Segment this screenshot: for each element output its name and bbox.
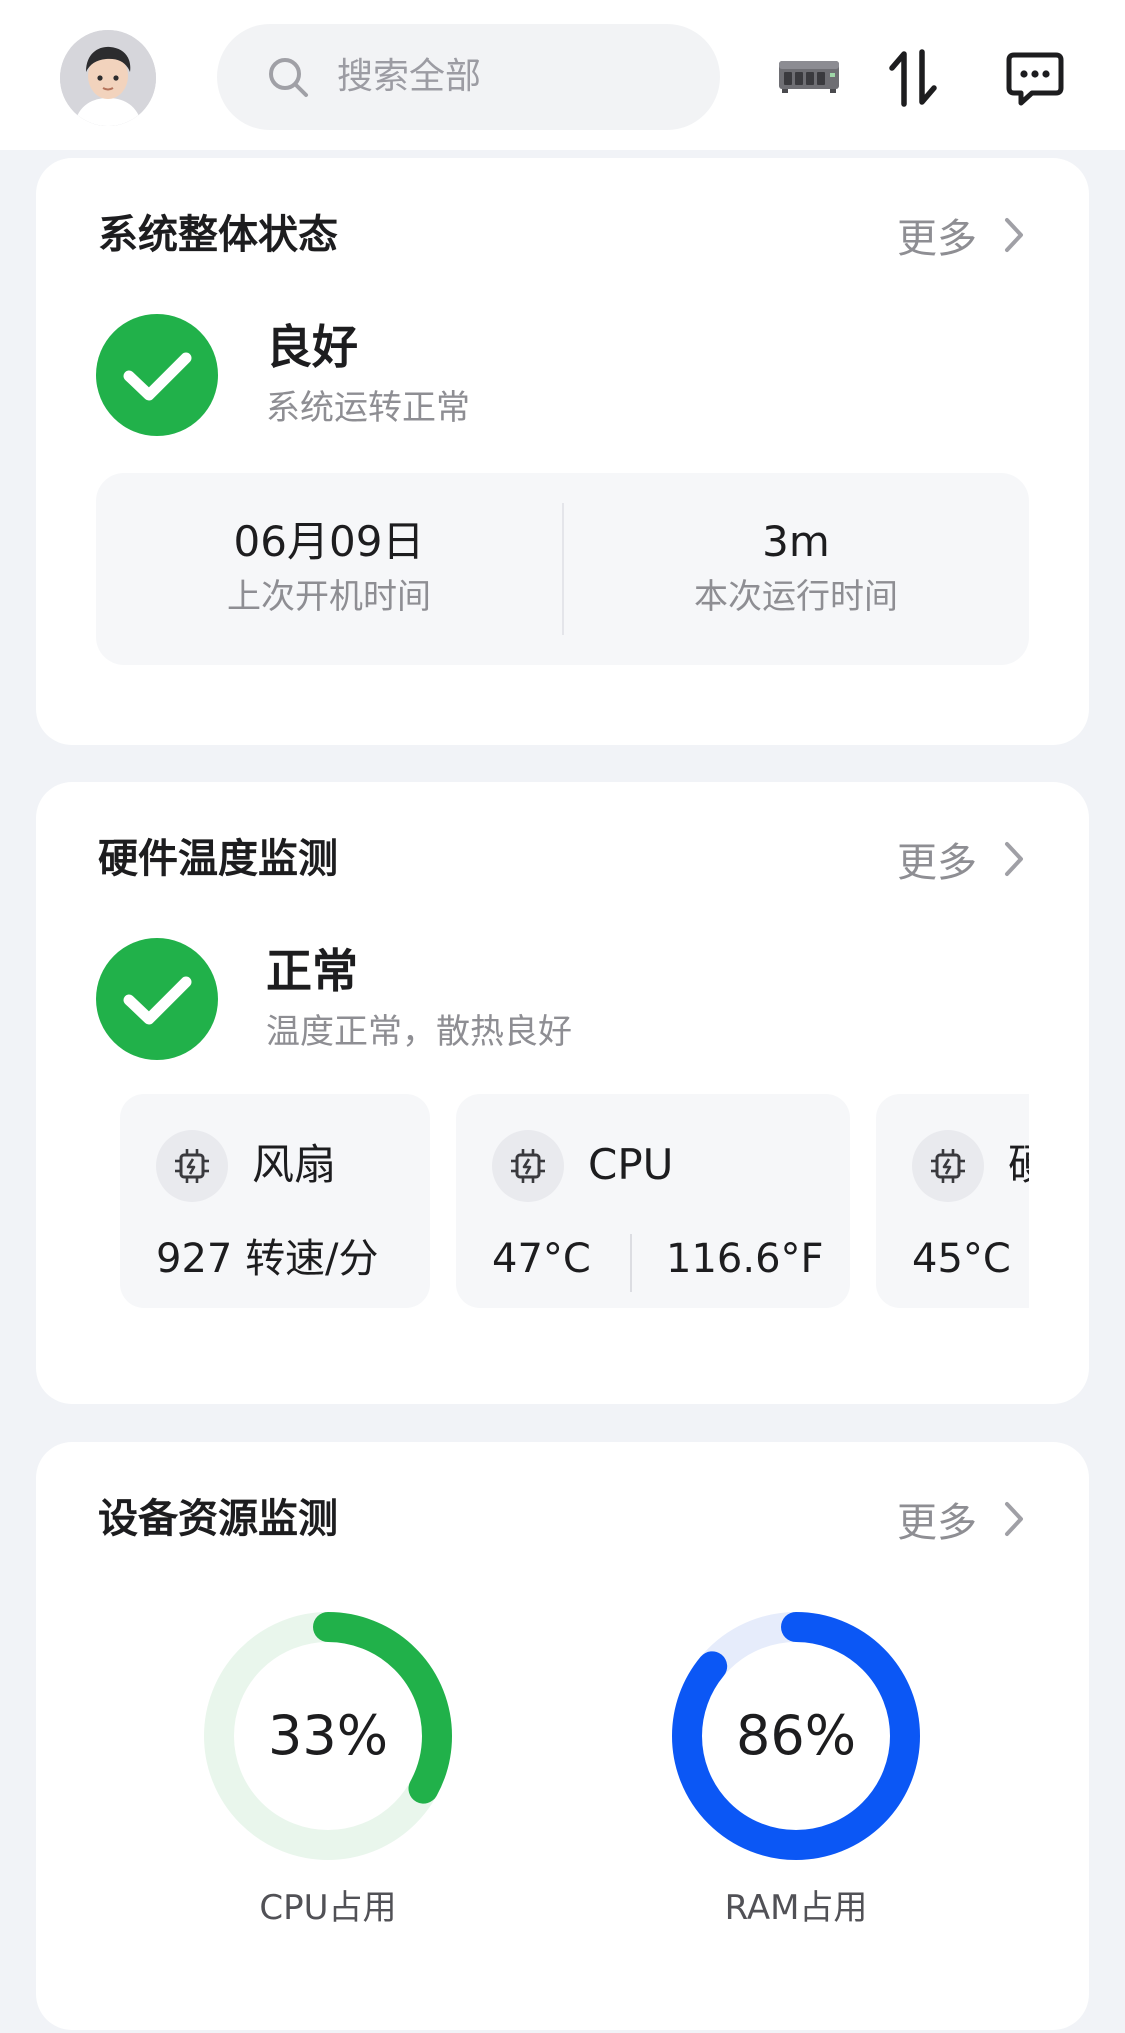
- sensor-fahrenheit: 116.6°F: [666, 1236, 824, 1282]
- sensor-name: CPU: [588, 1140, 674, 1189]
- card-title: 设备资源监测: [98, 1496, 338, 1542]
- resource-monitor-card: 设备资源监测 更多 33% CPU占用 86% RAM占用: [36, 1442, 1089, 2030]
- sensor-celsius: 47°C: [492, 1236, 591, 1282]
- uptime: 3m 本次运行时间: [563, 473, 1029, 665]
- search-placeholder: 搜索全部: [337, 56, 482, 97]
- avatar[interactable]: [60, 30, 156, 126]
- sensor-card-cpu[interactable]: CPU 47°C 116.6°F: [456, 1094, 850, 1308]
- sensor-list[interactable]: 风扇 927 转速/分 CPU 47°C 116.6°F 45°C: [120, 1094, 1029, 1308]
- last-boot-label: 上次开机时间: [227, 577, 431, 617]
- chevron-right-icon: [1005, 218, 1023, 252]
- transfer-icon[interactable]: [886, 48, 940, 108]
- status-title: 良好: [266, 320, 358, 374]
- more-label: 更多: [897, 840, 977, 886]
- uptime-label: 本次运行时间: [694, 577, 898, 617]
- check-icon: [96, 314, 218, 436]
- status-title: 正常: [266, 944, 358, 998]
- last-boot: 06月09日 上次开机时间: [96, 473, 562, 665]
- sensor-name: 风扇: [252, 1140, 337, 1189]
- sensor-name: 硬: [1008, 1138, 1029, 1192]
- sensor-celsius: 45°C: [912, 1236, 1011, 1282]
- top-bar: 搜索全部: [0, 0, 1125, 150]
- sensor-card-disk[interactable]: 硬 45°C: [876, 1094, 1029, 1308]
- card-title: 硬件温度监测: [98, 836, 338, 882]
- chip-icon: [492, 1130, 564, 1202]
- chip-icon: [912, 1130, 984, 1202]
- ram-usage-value: 86%: [735, 1704, 857, 1767]
- system-status-card: 系统整体状态 更多 良好 系统运转正常 06月09日 上次开机时间 3m 本次运…: [36, 158, 1089, 745]
- divider: [630, 1234, 632, 1292]
- check-icon: [96, 938, 218, 1060]
- status-description: 系统运转正常: [266, 388, 470, 428]
- avatar-icon: [60, 30, 156, 126]
- more-link[interactable]: 更多: [897, 832, 1025, 886]
- chevron-right-icon: [1005, 842, 1023, 876]
- uptime-value: 3m: [762, 517, 830, 566]
- more-label: 更多: [897, 216, 977, 262]
- chevron-right-icon: [1005, 1502, 1023, 1536]
- hardware-temp-card: 硬件温度监测 更多 正常 温度正常，散热良好 风扇 927 转速/分 CPU 4…: [36, 782, 1089, 1404]
- more-link[interactable]: 更多: [897, 208, 1025, 262]
- nas-device-icon[interactable]: [778, 55, 840, 95]
- more-label: 更多: [897, 1500, 977, 1546]
- uptime-panel: 06月09日 上次开机时间 3m 本次运行时间: [96, 473, 1029, 665]
- more-link[interactable]: 更多: [897, 1492, 1025, 1546]
- search-icon: [269, 58, 308, 97]
- ram-usage-gauge[interactable]: 86%: [672, 1612, 920, 1860]
- ram-usage-label: RAM占用: [724, 1888, 868, 1928]
- cpu-usage-label: CPU占用: [259, 1888, 397, 1928]
- cpu-usage-gauge[interactable]: 33%: [204, 1612, 452, 1860]
- sensor-card-fan[interactable]: 风扇 927 转速/分: [120, 1094, 430, 1308]
- card-title: 系统整体状态: [98, 212, 338, 258]
- chip-icon: [156, 1130, 228, 1202]
- last-boot-value: 06月09日: [233, 517, 425, 566]
- sensor-value: 927 转速/分: [156, 1236, 379, 1282]
- search-bar[interactable]: 搜索全部: [217, 24, 720, 130]
- message-icon[interactable]: [1006, 52, 1064, 106]
- status-description: 温度正常，散热良好: [266, 1012, 572, 1052]
- cpu-usage-value: 33%: [267, 1704, 389, 1767]
